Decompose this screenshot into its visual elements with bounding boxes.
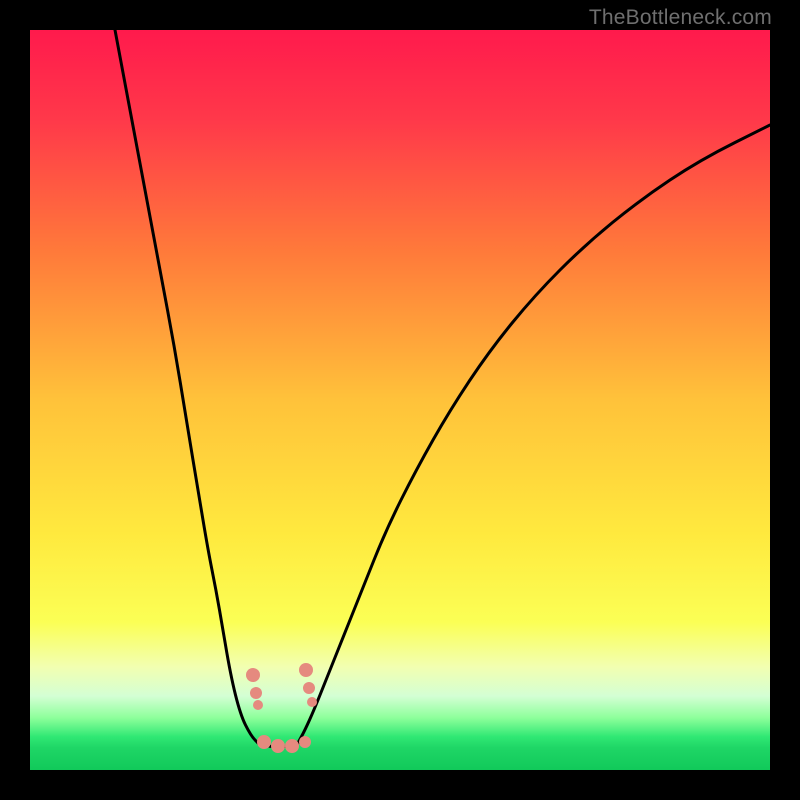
marker-6: [257, 735, 271, 749]
marker-5: [307, 697, 317, 707]
marker-4: [303, 682, 315, 694]
marker-1: [250, 687, 262, 699]
marker-0: [246, 668, 260, 682]
plot-area: [30, 30, 770, 770]
chart-frame: TheBottleneck.com: [0, 0, 800, 800]
watermark-text: TheBottleneck.com: [589, 6, 772, 30]
marker-9: [299, 736, 311, 748]
marker-2: [253, 700, 263, 710]
gradient-background: [30, 30, 770, 770]
marker-3: [299, 663, 313, 677]
marker-8: [285, 739, 299, 753]
marker-7: [271, 739, 285, 753]
chart-svg: [30, 30, 770, 770]
